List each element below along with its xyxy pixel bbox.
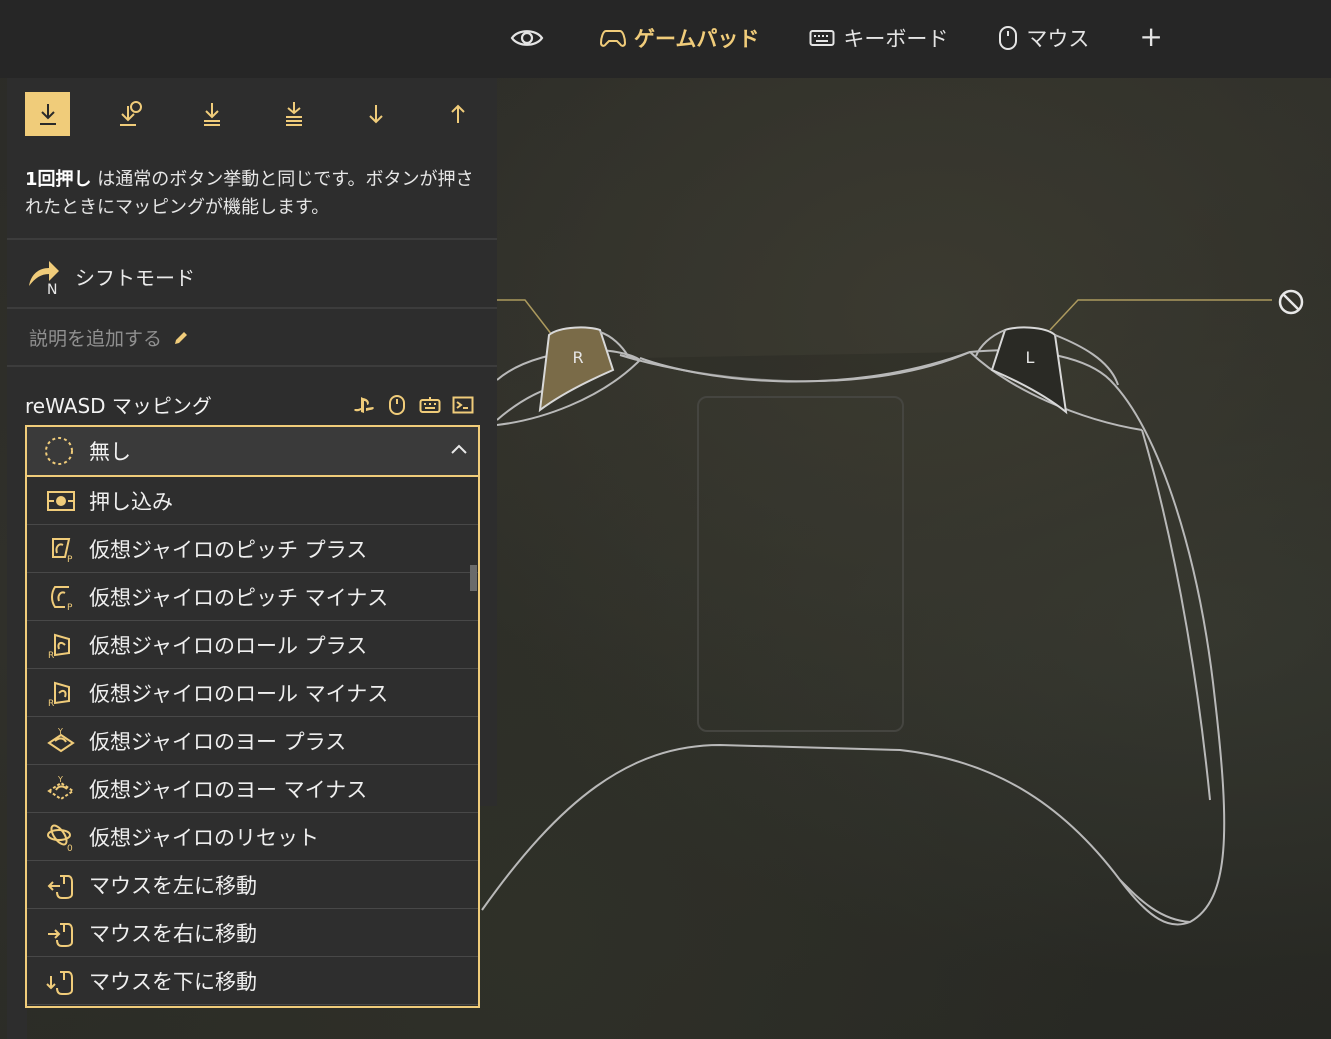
top-bar: ゲームパッド キーボード マウス + — [0, 0, 1331, 78]
none-circle-icon — [45, 437, 73, 465]
shift-mode-label: シフトモード — [75, 265, 195, 290]
release-up-mode[interactable] — [435, 92, 480, 136]
list-item-label: 仮想ジャイロのピッチ マイナス — [89, 585, 389, 610]
left-trigger-label: L — [1026, 348, 1035, 367]
mode-description-text: は通常のボタン挙動と同じです。ボタンが押されたときにマッピングが機能します。 — [25, 169, 474, 218]
long-press-icon — [203, 103, 220, 126]
tab-mouse-label: マウス — [1026, 27, 1090, 51]
chevron-up-icon — [451, 444, 467, 454]
add-description-button[interactable]: 説明を追加する — [29, 324, 190, 351]
tab-keyboard[interactable]: キーボード — [809, 23, 948, 53]
gyro-yaw-plus-icon: Y — [47, 727, 75, 752]
panel-extension — [480, 740, 497, 806]
long-press-mode[interactable] — [189, 92, 234, 136]
list-item[interactable]: マウスを左に移動 — [27, 861, 478, 909]
add-description-label: 説明を追加する — [29, 328, 163, 350]
gyro-yaw-minus-icon: Y — [47, 775, 75, 800]
gamepad-icon — [600, 30, 626, 47]
up-icon — [450, 104, 465, 123]
plus-icon: + — [1139, 19, 1163, 53]
gyro-reset-icon: 0 — [47, 824, 73, 852]
svg-text:P: P — [67, 603, 73, 611]
gyro-pitch-plus-icon: P — [52, 537, 73, 563]
list-item-label: 仮想ジャイロのヨー プラス — [89, 729, 347, 754]
list-item[interactable]: P 仮想ジャイロのピッチ プラス — [27, 525, 478, 573]
svg-text:R: R — [48, 699, 54, 707]
list-item[interactable]: 押し込み — [27, 477, 478, 525]
svg-text:P: P — [67, 555, 73, 563]
list-item[interactable]: マウスを下に移動 — [27, 957, 478, 1005]
pencil-icon — [175, 331, 188, 344]
mouse-down-icon — [46, 970, 73, 995]
tab-gamepad-label: ゲームパッド — [634, 27, 760, 51]
list-item-label: マウスを左に移動 — [89, 873, 257, 898]
svg-text:0: 0 — [67, 844, 73, 852]
mouse-left-icon — [47, 874, 73, 899]
single-press-icon — [39, 104, 56, 125]
list-item[interactable]: Y 仮想ジャイロのヨー マイナス — [27, 765, 478, 813]
mouse-icon[interactable] — [386, 394, 408, 416]
list-item[interactable]: P 仮想ジャイロのピッチ マイナス — [27, 573, 478, 621]
start-press-mode[interactable] — [107, 92, 152, 136]
tab-mouse[interactable]: マウス — [998, 23, 1089, 53]
playstation-icon[interactable] — [353, 394, 375, 416]
top-navigation: ゲームパッド キーボード マウス + — [510, 18, 1213, 58]
down-icon — [368, 105, 383, 124]
list-item[interactable]: R 仮想ジャイロのロール マイナス — [27, 669, 478, 717]
gyro-roll-plus-icon: R — [48, 633, 70, 659]
list-item[interactable]: Y 仮想ジャイロのヨー プラス — [27, 717, 478, 765]
mode-name: 1回押し — [25, 169, 92, 190]
list-item-label: マウスを右に移動 — [89, 921, 257, 946]
mode-description: 1回押し は通常のボタン挙動と同じです。ボタンが押されたときにマッピングが機能し… — [25, 166, 485, 222]
tab-keyboard-label: キーボード — [843, 27, 949, 51]
gyro-pitch-minus-icon: P — [51, 585, 73, 611]
list-item-label: 仮想ジャイロのピッチ プラス — [89, 537, 368, 562]
shift-arrow-icon: N — [29, 261, 59, 296]
touchpad-outline[interactable] — [697, 396, 904, 732]
divider — [7, 365, 497, 367]
divider — [7, 238, 497, 240]
single-press-mode[interactable] — [25, 92, 70, 136]
svg-text:Y: Y — [57, 775, 63, 784]
unmap-icon[interactable] — [1276, 287, 1306, 317]
double-press-icon — [285, 102, 302, 126]
right-trigger-label: R — [572, 348, 583, 367]
mapping-section-title: reWASD マッピング — [25, 394, 212, 418]
list-item[interactable]: R 仮想ジャイロのロール プラス — [27, 621, 478, 669]
panel-extension — [7, 806, 27, 1039]
list-item[interactable]: 0 仮想ジャイロのリセット — [27, 813, 478, 861]
double-press-mode[interactable] — [271, 92, 316, 136]
add-tab-button[interactable]: + — [1139, 20, 1162, 53]
shift-badge: N — [47, 282, 57, 296]
mapping-select[interactable]: 無し — [25, 425, 480, 477]
list-item-label: 仮想ジャイロのヨー マイナス — [89, 777, 368, 802]
eye-icon — [510, 30, 544, 46]
list-item-label: 押し込み — [89, 489, 173, 514]
tab-gamepad[interactable]: ゲームパッド — [600, 23, 759, 53]
list-item-label: 仮想ジャイロのリセット — [89, 825, 319, 850]
svg-text:Y: Y — [57, 727, 63, 736]
list-item-label: 仮想ジャイロのロール マイナス — [89, 681, 389, 706]
mapping-select-value: 無し — [89, 440, 131, 464]
activation-mode-bar — [25, 92, 517, 136]
mapping-dropdown-list[interactable]: 押し込み P 仮想ジャイロのピッチ プラス P 仮想ジャイロのピッチ マイナス … — [25, 477, 480, 1008]
shift-mode-row[interactable]: N シフトモード — [25, 256, 195, 296]
list-item[interactable]: マウスを右に移動 — [27, 909, 478, 957]
keyboard-icon — [809, 30, 835, 46]
view-toggle[interactable] — [510, 26, 544, 50]
divider — [7, 307, 497, 309]
keyboard-icon[interactable] — [419, 394, 441, 416]
scrollbar-thumb[interactable] — [470, 565, 477, 591]
mouse-icon — [999, 26, 1018, 50]
macro-icon[interactable] — [452, 394, 474, 416]
mapping-type-icons — [353, 394, 474, 416]
release-down-mode[interactable] — [353, 92, 398, 136]
stick-press-icon — [47, 490, 75, 511]
mouse-right-icon — [48, 922, 73, 947]
list-item-label: 仮想ジャイロのロール プラス — [89, 633, 368, 658]
gyro-roll-minus-icon: R — [48, 681, 70, 707]
start-press-icon — [119, 101, 142, 126]
svg-text:R: R — [48, 651, 54, 659]
list-item-label: マウスを下に移動 — [89, 969, 257, 994]
